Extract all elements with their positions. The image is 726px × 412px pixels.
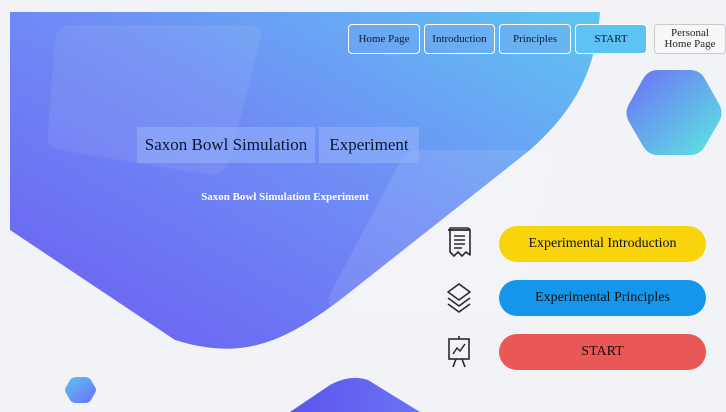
start-label: START — [581, 344, 624, 359]
nav-personal-home-label: Personal Home Page — [664, 27, 716, 50]
start-button[interactable]: START — [499, 334, 706, 370]
nav-start-label: START — [594, 32, 628, 45]
hexagon-large — [626, 70, 722, 155]
hero-title-part1: Saxon Bowl Simulation — [137, 127, 315, 163]
hero-title-part2: Experiment — [319, 127, 419, 163]
nav-start-button[interactable]: START — [575, 24, 647, 54]
hero-title-part2-text: Experiment — [329, 135, 409, 154]
nav-personal-home-button[interactable]: Personal Home Page — [654, 24, 726, 54]
scroll-icon — [448, 227, 471, 257]
experimental-introduction-button[interactable]: Experimental Introduction — [499, 226, 706, 262]
bottom-shape — [290, 377, 420, 412]
app-screen: Home Page Introduction Principles START … — [0, 0, 726, 412]
experimental-principles-button[interactable]: Experimental Principles — [499, 280, 706, 316]
experimental-introduction-label: Experimental Introduction — [528, 236, 677, 251]
nav-home-button[interactable]: Home Page — [348, 24, 420, 54]
nav-introduction-label: Introduction — [432, 32, 487, 45]
nav-principles-button[interactable]: Principles — [499, 24, 571, 54]
layers-icon — [447, 283, 471, 313]
hero-subtitle: Saxon Bowl Simulation Experiment — [201, 191, 369, 203]
hexagon-small — [65, 377, 96, 403]
experimental-principles-label: Experimental Principles — [535, 290, 670, 305]
nav-home-label: Home Page — [358, 32, 410, 45]
nav-principles-label: Principles — [513, 32, 557, 45]
presentation-chart-icon — [448, 336, 470, 368]
hero-title-part1-text: Saxon Bowl Simulation — [144, 135, 308, 154]
nav-introduction-button[interactable]: Introduction — [424, 24, 495, 54]
